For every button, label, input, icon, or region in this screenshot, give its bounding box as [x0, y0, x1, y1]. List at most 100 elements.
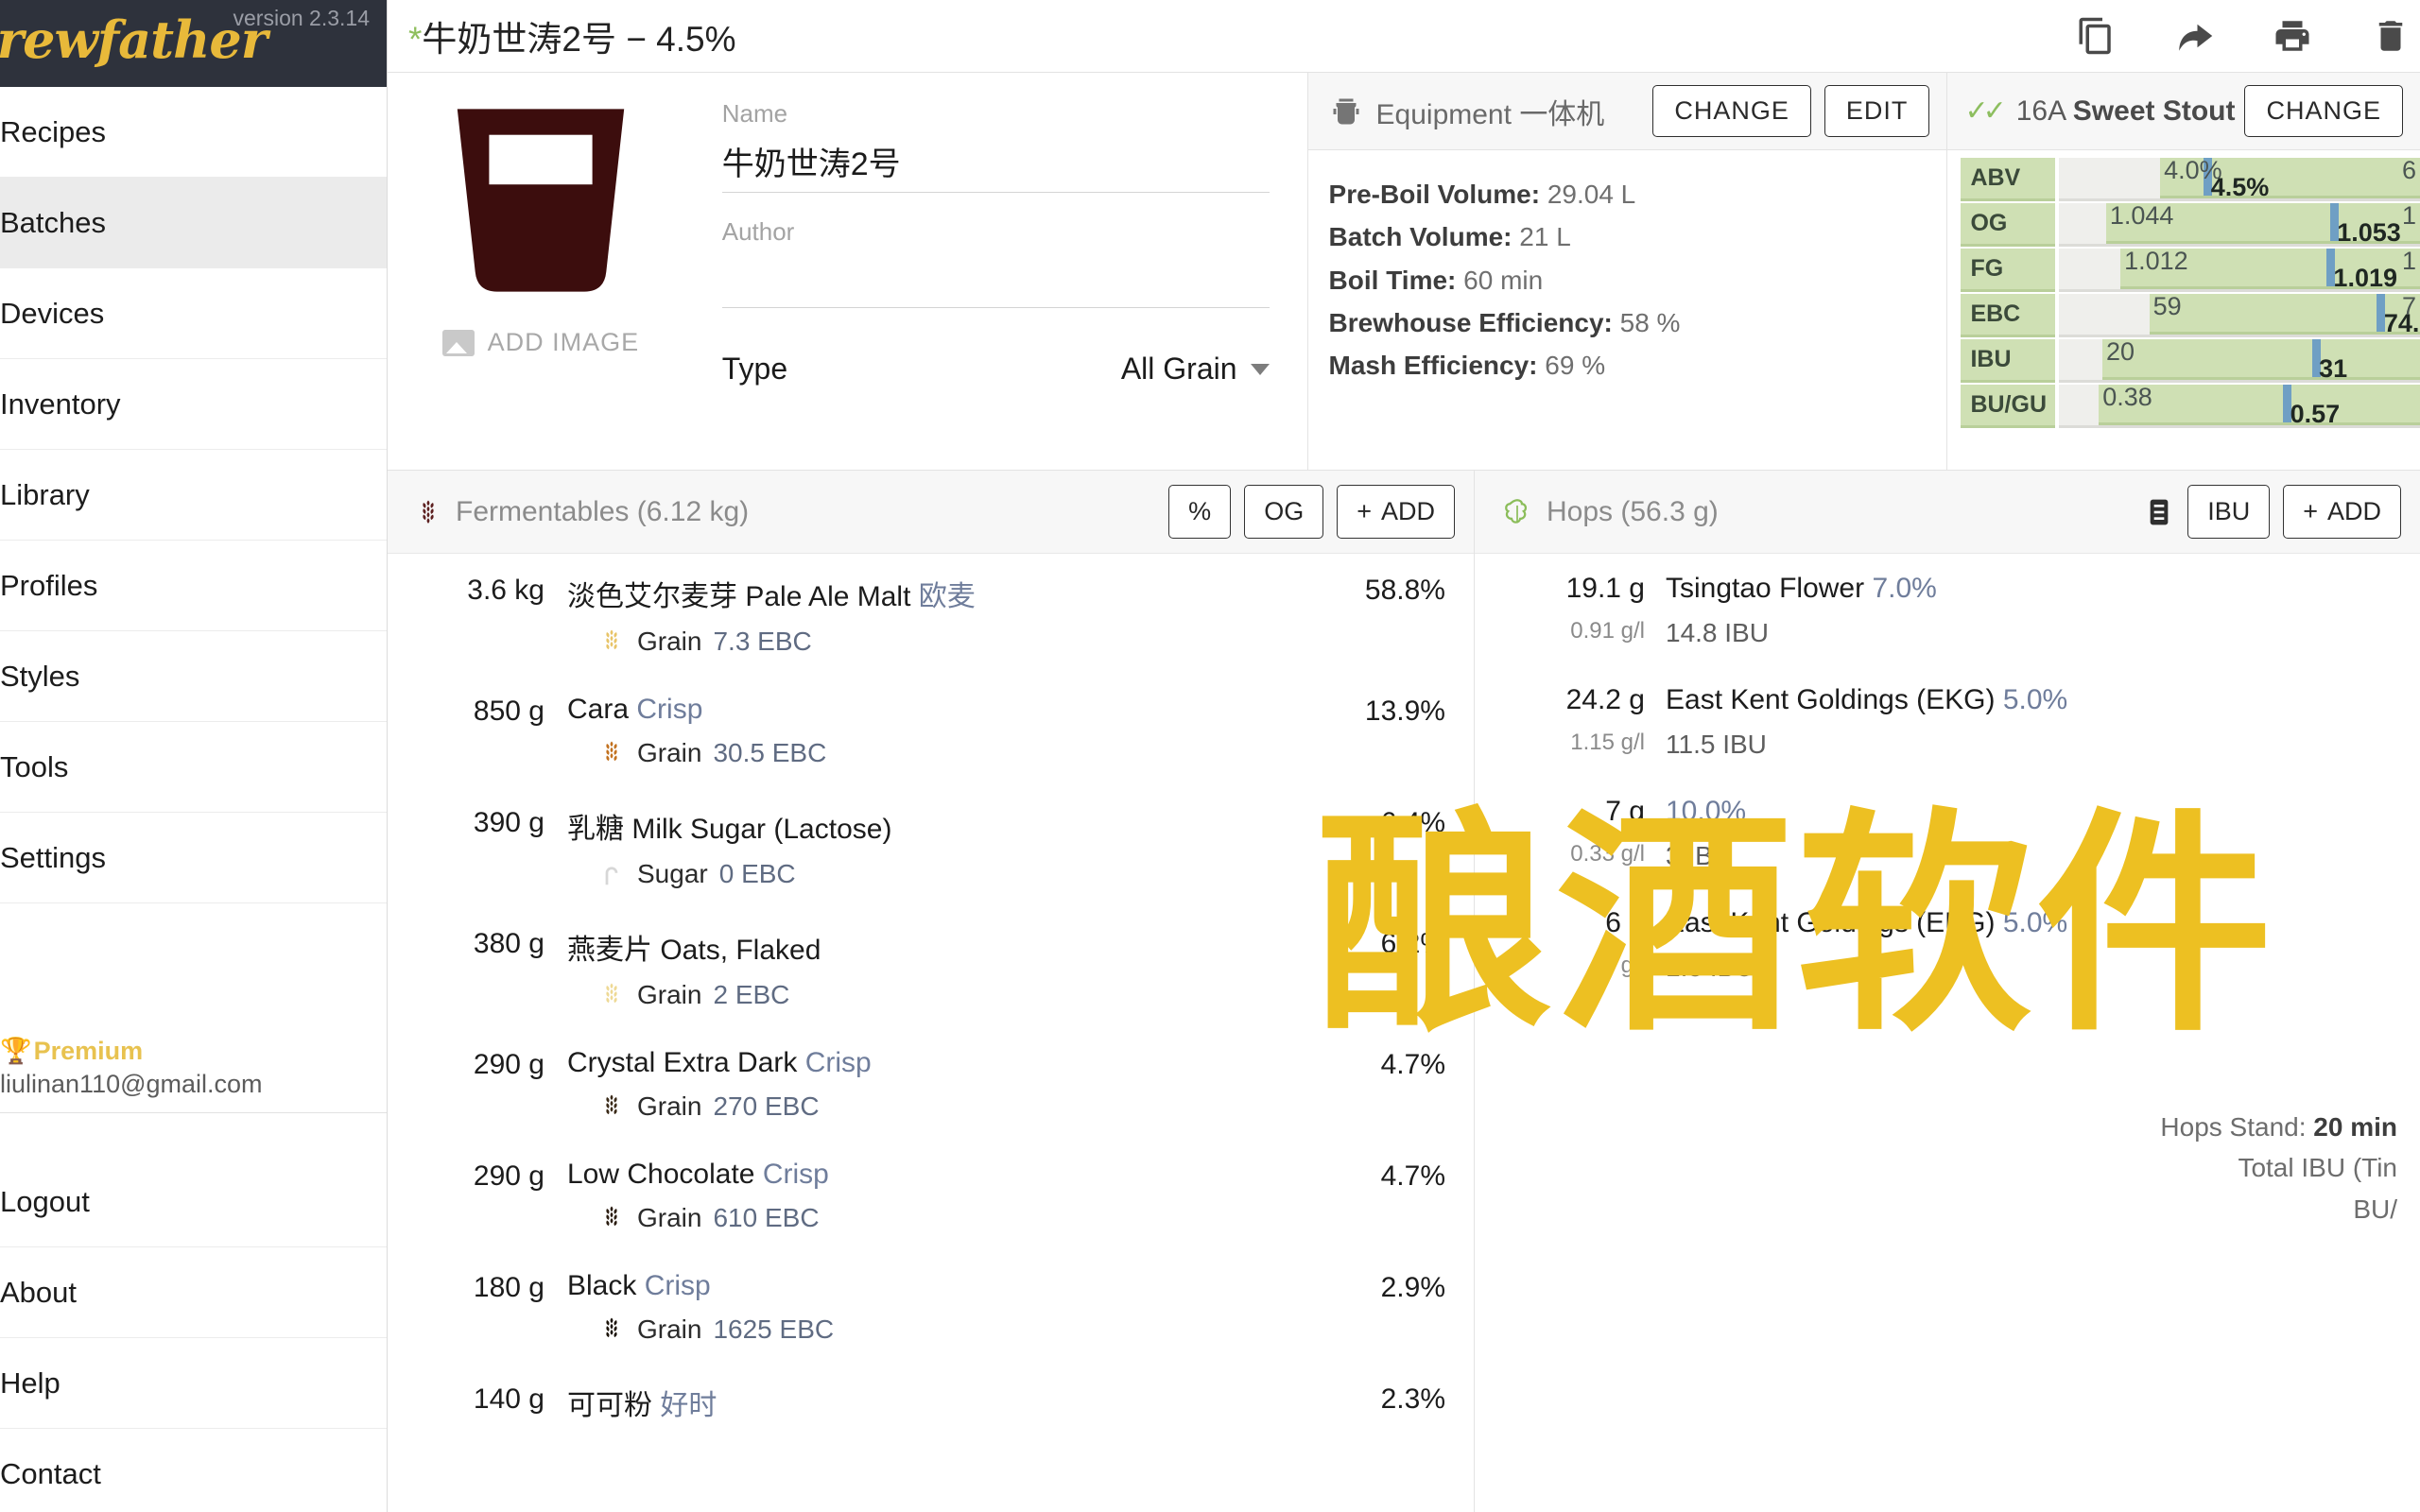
sidebar-item-logout[interactable]: Logout — [0, 1157, 387, 1247]
fermentable-name: Black Crisp — [567, 1270, 1285, 1302]
hops-add-button[interactable]: + ADD — [2283, 485, 2401, 539]
fermentable-type: Grain — [637, 980, 702, 1009]
style-stat-bars: ABV 4.0% 4.5% 6 OG 1.044 1.053 1 FG 1.01… — [1947, 150, 2420, 428]
table-row[interactable]: 380 g 燕麦片 Oats, Flaked Grain 2 EBC 6.2% — [416, 907, 1445, 1028]
sidebar-item-label: Batches — [0, 205, 107, 239]
fermentable-type: Grain — [637, 1091, 702, 1121]
author-field[interactable]: Author — [721, 217, 1270, 308]
sidebar-item-about[interactable]: About — [0, 1247, 387, 1338]
sidebar-item-devices[interactable]: Devices — [0, 268, 387, 359]
hop-ibu: 14.8 IBU — [1666, 618, 1769, 647]
fermentable-name-text: 淡色艾尔麦芽 Pale Ale Malt — [567, 581, 911, 612]
hops-stand: Hops Stand: 20 min — [2160, 1107, 2397, 1147]
stat-min: 0.38 — [2102, 383, 2152, 411]
table-row[interactable]: 390 g 乳糖 Milk Sugar (Lactose) Sugar 0 EB… — [416, 786, 1445, 907]
fermentable-name: 乳糖 Milk Sugar (Lactose) — [567, 805, 1285, 847]
hop-name-text: East Kent Goldings (EKG) — [1666, 907, 1996, 938]
sidebar-item-label: Tools — [0, 749, 69, 783]
sidebar-item-help[interactable]: Help — [0, 1338, 387, 1429]
sidebar-item-label: Inventory — [0, 387, 121, 421]
table-row[interactable]: 140 g 可可粉 好时 2.3% — [416, 1363, 1445, 1440]
sidebar-item-styles[interactable]: Styles — [0, 631, 387, 722]
author-label: Author — [721, 217, 795, 246]
fermentable-name: Low Chocolate Crisp — [567, 1159, 1285, 1191]
sidebar-item-tools[interactable]: Tools — [0, 722, 387, 813]
sidebar-account[interactable]: 🏆 Premium liulinan110@gmail.com — [0, 1036, 387, 1113]
table-row[interactable]: 290 g Low Chocolate Crisp Grain 610 EBC — [416, 1140, 1445, 1251]
equipment-stat-preboil: Pre-Boil Volume: 29.04 L — [1329, 173, 1947, 215]
fermentable-color: 0 EBC — [718, 859, 796, 888]
hops-summary: Hops Stand: 20 min Total IBU (Tin BU/ — [2160, 1107, 2397, 1229]
sidebar-item-inventory[interactable]: Inventory — [0, 359, 387, 450]
delete-icon[interactable] — [2371, 16, 2411, 56]
sidebar-item-settings[interactable]: Settings — [0, 813, 387, 903]
fermentable-amount: 850 g — [473, 696, 544, 727]
fermentables-percent-button[interactable]: % — [1168, 485, 1232, 539]
stat-current: 4.5% — [2210, 173, 2270, 201]
table-row[interactable]: 6 g 0 g/l East Kent Goldings (EKG) 5.0% … — [1503, 888, 2392, 1000]
type-select[interactable]: All Grain — [1121, 352, 1270, 387]
name-input[interactable]: 牛奶世涛2号 — [722, 138, 1270, 184]
author-input[interactable] — [722, 256, 1270, 300]
style-change-button[interactable]: CHANGE — [2244, 85, 2403, 137]
type-row[interactable]: Type All Grain — [722, 352, 1270, 387]
share-icon[interactable] — [2174, 16, 2214, 56]
sidebar-item-batches[interactable]: Batches — [0, 178, 387, 268]
hops-title: Hops (56.3 g) — [1547, 495, 1719, 527]
add-image-button[interactable]: ADD IMAGE — [441, 328, 640, 357]
fermentable-name: 燕麦片 Oats, Flaked — [567, 926, 1285, 968]
fermentable-type: Grain — [637, 627, 702, 656]
table-row[interactable]: 19.1 g 0.91 g/l Tsingtao Flower 7.0% 14.… — [1503, 554, 2392, 665]
fermentable-amount: 3.6 kg — [467, 575, 544, 606]
sidebar-logo-area: Brewfather version 2.3.14 — [0, 0, 387, 87]
equipment-title-prefix: Equipment — [1375, 98, 1512, 130]
grain-icon — [606, 741, 617, 762]
stat-label: Batch Volume: — [1328, 222, 1512, 252]
stat-track: 20 31 — [2059, 337, 2420, 383]
fermentable-amount: 140 g — [473, 1383, 544, 1415]
equipment-edit-button[interactable]: EDIT — [1824, 85, 1930, 137]
page-title: *牛奶世涛2号 − 4.5% — [408, 10, 736, 61]
name-field[interactable]: Name 牛奶世涛2号 — [721, 99, 1270, 193]
table-row[interactable]: 3.6 kg 淡色艾尔麦芽 Pale Ale Malt 欧麦 Grain 7.3… — [416, 554, 1445, 675]
list-icon[interactable] — [2144, 493, 2174, 531]
table-row[interactable]: 850 g Cara Crisp Grain 30.5 EBC 13.9% — [416, 675, 1445, 786]
kettle-icon — [1333, 98, 1359, 124]
fermentables-actions: % OG + ADD — [1168, 485, 1455, 539]
hop-rate: 0.33 g/l — [1570, 841, 1645, 867]
hops-ibu-button[interactable]: IBU — [2187, 485, 2271, 539]
fermentables-add-button[interactable]: + ADD — [1337, 485, 1455, 539]
sidebar-item-profiles[interactable]: Profiles — [0, 541, 387, 631]
equipment-header: Equipment 一体机 CHANGE EDIT — [1307, 73, 1947, 150]
hop-amount: 6 g — [1605, 907, 1645, 938]
stat-min: 1.012 — [2124, 247, 2188, 275]
fermentables-list: 3.6 kg 淡色艾尔麦芽 Pale Ale Malt 欧麦 Grain 7.3… — [388, 554, 1474, 1440]
sidebar-item-contact[interactable]: Contact — [0, 1429, 387, 1512]
fermentable-amount: 290 g — [473, 1160, 544, 1192]
hop-name: East Kent Goldings (EKG) 5.0% — [1666, 684, 2392, 716]
table-row[interactable]: 180 g Black Crisp Grain 1625 EBC 2.9% — [416, 1251, 1445, 1363]
sidebar-item-recipes[interactable]: Recipes — [0, 87, 387, 178]
table-row[interactable]: 290 g Crystal Extra Dark Crisp Grain 270… — [416, 1028, 1445, 1140]
name-label: Name — [721, 99, 788, 128]
fermentable-detail: Grain 30.5 EBC — [567, 737, 1285, 769]
hop-alpha: 7.0% — [1872, 573, 1937, 604]
sidebar-item-library[interactable]: Library — [0, 450, 387, 541]
fermentable-detail: Sugar 0 EBC — [567, 858, 1285, 890]
hop-amount: 24.2 g — [1565, 684, 1645, 715]
fermentables-og-button[interactable]: OG — [1244, 485, 1324, 539]
equipment-panel: Equipment 一体机 CHANGE EDIT Pre-Boil Volum… — [1306, 73, 1947, 470]
grain-icon — [606, 1317, 617, 1338]
top-bar-actions — [2076, 16, 2420, 56]
copy-icon[interactable] — [2076, 16, 2116, 56]
fermentable-color: 2 EBC — [713, 980, 790, 1009]
print-icon[interactable] — [2273, 16, 2312, 56]
table-row[interactable]: 24.2 g 1.15 g/l East Kent Goldings (EKG)… — [1503, 665, 2392, 777]
table-row[interactable]: 7 g 0.33 g/l 10.0% 3 IBU — [1503, 777, 2392, 888]
grain-icon — [606, 629, 617, 650]
stat-track: 59 74. 7 — [2059, 292, 2420, 337]
equipment-change-button[interactable]: CHANGE — [1652, 85, 1811, 137]
stat-current: 0.57 — [2290, 400, 2341, 428]
sidebar-item-label: Logout — [0, 1184, 90, 1218]
